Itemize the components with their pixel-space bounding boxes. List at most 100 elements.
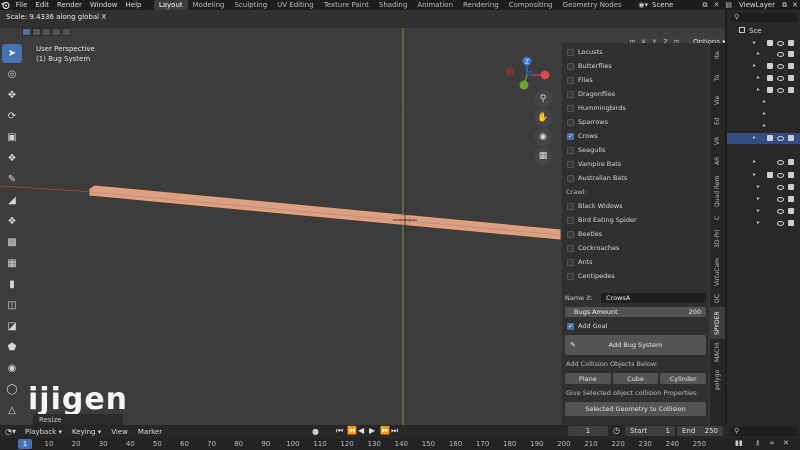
outliner-row[interactable]: ▸ [727,73,800,84]
render-camera-icon[interactable] [788,63,794,69]
render-camera-icon[interactable] [788,75,794,81]
fly-checkbox-hummingbirds[interactable]: Hummingbirds [562,101,709,115]
render-camera-icon[interactable] [788,208,794,214]
sidebar-tab-machi[interactable]: MACHI [710,339,725,365]
resize-operator-panel[interactable]: Resize [33,414,123,425]
view-layer-name[interactable]: ViewLayer [735,0,779,10]
sidebar-tab-oc[interactable]: OC [710,291,725,307]
eye-visibility-icon[interactable] [777,221,784,226]
menu-render[interactable]: Render [53,0,86,10]
start-frame-field[interactable]: Start 1 [625,426,675,436]
cube-button[interactable]: Cube [612,373,659,384]
pan-hand-icon[interactable]: ✋ [534,109,552,127]
measure-tool-icon[interactable]: ◢ [2,191,22,210]
scene-icon[interactable]: ◉▾ [638,1,648,9]
jump-end-icon[interactable]: ⏭ [391,426,398,436]
outliner-row[interactable]: ▸ [727,61,800,72]
select-subtract-icon[interactable] [42,28,51,36]
tab-texture-paint[interactable]: Texture Paint [319,0,374,10]
sidebar-tab-ite[interactable]: Ite [710,43,725,67]
key-icon[interactable]: ⚷ [755,439,760,447]
delete-scene-icon[interactable]: ✕ [710,1,722,9]
sidebar-tab-quad-rem[interactable]: Quad Rem [710,171,725,211]
menu-edit[interactable]: Edit [31,0,53,10]
select-new-icon[interactable] [22,28,31,36]
expand-arrow-icon[interactable]: ▸ [753,134,756,141]
eye-visibility-icon[interactable] [777,64,784,69]
fly-checkbox-crows[interactable]: ✓ Crows [562,129,709,143]
shear-tool-icon[interactable]: △ [2,401,22,420]
play-reverse-icon[interactable]: ◀ [358,426,364,435]
scene-name[interactable]: Scene [648,0,699,10]
fly-checkbox-vampire-bats[interactable]: Vampire Bats [562,157,709,171]
tab-rendering[interactable]: Rendering [458,0,504,10]
close-timeline-icon[interactable]: ✕ [783,439,789,447]
exclude-checkbox-icon[interactable] [767,172,773,178]
render-camera-icon[interactable] [788,184,794,190]
extrude-tool-icon[interactable]: ▩ [2,233,22,252]
exclude-checkbox-icon[interactable] [767,63,773,69]
sidebar-tab-c[interactable]: C [710,211,725,225]
outliner-row[interactable]: ▸ [727,218,800,229]
tab-modeling[interactable]: Modeling [188,0,230,10]
bugs-amount-slider[interactable]: Bugs Amount 200 [565,307,706,317]
render-camera-icon[interactable] [788,135,794,141]
timeline-editor-type-icon[interactable]: ◔▾ [0,427,20,436]
expand-arrow-icon[interactable]: ▸ [757,195,760,202]
outliner-search-field[interactable]: ⚲ [731,13,797,22]
exclude-checkbox-icon[interactable] [767,135,773,141]
jump-keyframe-forward-icon[interactable]: ⏩ [380,426,390,435]
tab-compositing[interactable]: Compositing [504,0,558,10]
outliner-row[interactable]: ▸ [727,206,800,217]
spin-tool-icon[interactable]: ◉ [2,359,22,378]
eye-visibility-icon[interactable] [777,160,784,165]
tab-animation[interactable]: Animation [412,0,458,10]
tab-sculpting[interactable]: Sculpting [229,0,272,10]
fly-checkbox-seagulls[interactable]: Seagulls [562,143,709,157]
expand-arrow-icon[interactable]: ▸ [757,74,760,81]
playback-menu[interactable]: Playback ▾ [20,428,67,436]
tab-layout[interactable]: Layout [153,0,188,10]
expand-arrow-icon[interactable]: ▸ [753,39,756,46]
marker-menu[interactable]: Marker [133,428,167,436]
transform-tool-icon[interactable]: ❖ [2,149,22,168]
menu-file[interactable]: File [12,0,32,10]
camera-view-icon[interactable]: ◉ [534,128,552,146]
timeline-search-field[interactable]: ⚲ [731,427,797,436]
expand-arrow-icon[interactable]: ▸ [763,98,766,105]
sidebar-tab-ed[interactable]: Ed [710,111,725,131]
fly-checkbox-flies[interactable]: Flies [562,73,709,87]
keying-menu[interactable]: Keying ▾ [67,428,106,436]
view-menu[interactable]: View [106,428,133,436]
sidebar-tab-vie[interactable]: Vie [710,89,725,111]
expand-arrow-icon[interactable]: ▸ [753,171,756,178]
new-scene-icon[interactable]: ⧉ [699,1,710,10]
loop-cut-tool-icon[interactable]: ◫ [2,296,22,315]
menu-window[interactable]: Window [86,0,122,10]
render-camera-icon[interactable] [788,196,794,202]
crawl-checkbox-ants[interactable]: Ants [562,255,709,269]
outliner-row[interactable] [727,230,800,241]
outliner-row[interactable]: ▸ [727,121,800,132]
current-frame-badge[interactable]: 1 [18,439,32,449]
render-camera-icon[interactable] [788,51,794,57]
expand-arrow-icon[interactable]: ▸ [757,207,760,214]
eye-visibility-icon[interactable] [777,173,784,178]
outliner-row[interactable]: ▸ [727,194,800,205]
sidebar-tab-to[interactable]: To [710,67,725,89]
outliner-row[interactable]: ▸ [727,109,800,120]
fly-checkbox-sparrows[interactable]: Sparrows [562,115,709,129]
exclude-checkbox-icon[interactable] [767,40,773,46]
select-invert-icon[interactable] [52,28,61,36]
expand-arrow-icon[interactable]: ▸ [763,122,766,129]
render-camera-icon[interactable] [788,220,794,226]
expand-arrow-icon[interactable]: ▸ [753,62,756,69]
poly-build-tool-icon[interactable]: ⬟ [2,338,22,357]
scale-tool-icon[interactable]: ▣ [2,128,22,147]
eye-visibility-icon[interactable] [777,185,784,190]
smooth-tool-icon[interactable]: ◯ [2,380,22,399]
selected-geometry-collision-button[interactable]: Selected Geometry to Collision [565,402,706,416]
outliner-row[interactable]: ▸ [727,97,800,108]
sidebar-tab-virtucam[interactable]: VirtuCam [710,253,725,291]
eye-visibility-icon[interactable] [777,41,784,46]
